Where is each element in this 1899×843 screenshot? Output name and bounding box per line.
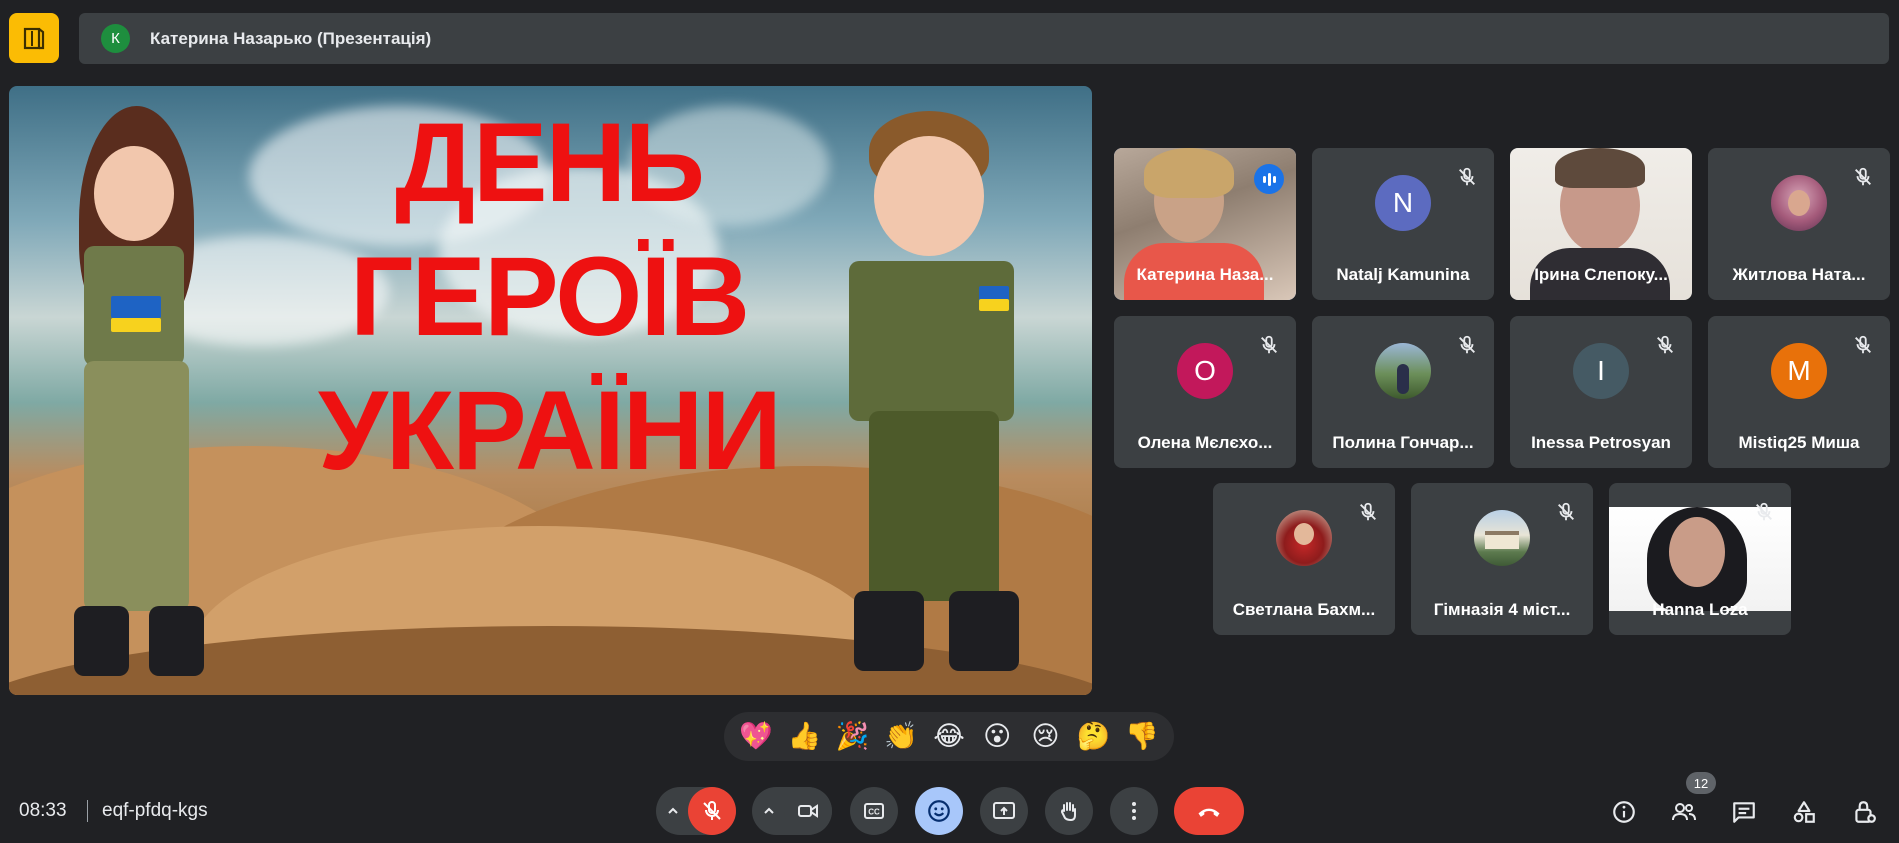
raise-hand-button[interactable]: [1045, 787, 1093, 835]
boy-soldier-illustration: [829, 111, 1049, 681]
meeting-code: eqf-pfdq-kgs: [102, 800, 208, 821]
closed-captions-icon: CC: [864, 803, 884, 819]
video-options-button[interactable]: [753, 787, 785, 835]
svg-text:CC: CC: [868, 808, 880, 817]
presenter-bar: К Катерина Назарько (Презентація): [79, 13, 1889, 64]
participants-count-badge: 12: [1686, 772, 1716, 794]
participant-name: Mistiq25 Миша: [1738, 433, 1860, 452]
chevron-up-icon: [764, 807, 774, 814]
leave-call-button[interactable]: [1174, 787, 1244, 835]
microphone-toggle-button[interactable]: [688, 787, 736, 835]
mic-off-icon: [1855, 335, 1871, 354]
mic-off-icon: [703, 800, 721, 820]
participant-name: Гімназія 4 міст...: [1433, 600, 1571, 619]
reaction-clapping[interactable]: 👏: [881, 723, 921, 750]
meeting-home-button[interactable]: [9, 13, 59, 63]
present-icon: [993, 802, 1015, 819]
reactions-button[interactable]: [915, 787, 963, 835]
participant-tile[interactable]: Светлана Бахм...: [1213, 483, 1395, 635]
hand-icon: [1060, 802, 1076, 822]
presentation-view: ДЕНЬ ГЕРОЇВ УКРАЇНИ: [9, 86, 1092, 695]
reaction-thinking[interactable]: 🤔: [1074, 723, 1114, 750]
presenter-avatar: К: [101, 24, 130, 53]
participant-tile[interactable]: M Mistiq25 Миша: [1708, 316, 1890, 468]
slide-title-line: ГЕРОЇВ: [349, 234, 750, 359]
chevron-up-icon: [668, 807, 678, 814]
audio-options-button[interactable]: [657, 787, 689, 835]
emoji-icon: [928, 800, 950, 822]
girl-soldier-illustration: [39, 106, 239, 686]
reaction-surprised[interactable]: 😮: [977, 723, 1017, 750]
participant-tile[interactable]: I Inessa Petrosyan: [1510, 316, 1692, 468]
activities-button[interactable]: [1784, 792, 1824, 832]
reaction-thumbs-up[interactable]: 👍: [784, 723, 824, 750]
reaction-party-popper[interactable]: 🎉: [833, 723, 873, 750]
participant-photo-avatar: [1375, 343, 1431, 399]
mic-off-icon: [1360, 502, 1376, 521]
participant-name: Катерина Наза...: [1136, 265, 1274, 284]
videocam-icon: [798, 804, 818, 818]
mic-off-icon: [1756, 502, 1772, 521]
chat-button[interactable]: [1724, 792, 1764, 832]
participant-name: Олена Мєлєхо...: [1137, 433, 1273, 452]
camera-toggle-button[interactable]: [784, 787, 832, 835]
call-end-icon: [1198, 808, 1220, 817]
meeting-clock: 08:33: [19, 800, 67, 821]
reaction-laughing[interactable]: 😂: [929, 723, 969, 750]
divider: [87, 800, 88, 822]
participant-tile[interactable]: Гімназія 4 міст...: [1411, 483, 1593, 635]
reactions-bar: 💖 👍 🎉 👏 😂 😮 😢 🤔 👎: [724, 712, 1174, 761]
participant-photo-avatar: [1771, 175, 1827, 231]
mic-off-icon: [1459, 335, 1475, 354]
participant-tile[interactable]: Житлова Ната...: [1708, 148, 1890, 300]
participant-tile[interactable]: Ірина Слепоку...: [1510, 148, 1692, 300]
participant-tile[interactable]: Катерина Наза...: [1114, 148, 1296, 300]
participant-avatar: О: [1177, 343, 1233, 399]
people-button[interactable]: [1664, 792, 1704, 832]
mic-off-icon: [1261, 335, 1277, 354]
participant-name: Ірина Слепоку...: [1534, 265, 1668, 284]
participant-tile[interactable]: Hanna Loza: [1609, 483, 1791, 635]
present-screen-button[interactable]: [980, 787, 1028, 835]
mic-off-icon: [1558, 502, 1574, 521]
participant-name: Житлова Ната...: [1732, 265, 1866, 284]
reaction-crying[interactable]: 😢: [1025, 723, 1065, 750]
people-icon: [1672, 803, 1696, 821]
participant-name: Hanna Loza: [1652, 600, 1748, 619]
presenter-title: Катерина Назарько (Презентація): [150, 28, 432, 48]
mic-off-icon: [1855, 167, 1871, 186]
chat-icon: [1733, 802, 1755, 823]
slide-title-line: ДЕНЬ: [395, 100, 705, 225]
participant-name: Полина Гончар...: [1332, 433, 1474, 452]
participant-avatar: M: [1771, 343, 1827, 399]
participant-photo-avatar: [1474, 510, 1530, 566]
captions-button[interactable]: CC: [850, 787, 898, 835]
info-icon: [1613, 801, 1635, 823]
participant-tile[interactable]: Полина Гончар...: [1312, 316, 1494, 468]
participant-avatar: I: [1573, 343, 1629, 399]
meeting-details-button[interactable]: [1604, 792, 1644, 832]
participant-photo-avatar: [1276, 510, 1332, 566]
lock-person-icon: [1855, 801, 1876, 823]
participant-avatar: N: [1375, 175, 1431, 231]
reaction-sparkling-heart[interactable]: 💖: [736, 723, 776, 750]
activities-shapes-icon: [1793, 801, 1815, 823]
host-controls-button[interactable]: [1844, 792, 1884, 832]
slide-title: ДЕНЬ ГЕРОЇВ УКРАЇНИ: [219, 96, 879, 498]
participant-name: Inessa Petrosyan: [1531, 433, 1671, 452]
more-vert-icon: [1132, 802, 1136, 820]
participant-name: Natalj Kamunina: [1336, 265, 1470, 284]
participant-tile[interactable]: О Олена Мєлєхо...: [1114, 316, 1296, 468]
participant-name: Светлана Бахм...: [1232, 600, 1376, 619]
slide-title-line: УКРАЇНИ: [317, 368, 782, 493]
mic-off-icon: [1459, 167, 1475, 186]
more-options-button[interactable]: [1110, 787, 1158, 835]
door-icon: [23, 27, 45, 50]
speaking-indicator-icon: [1254, 164, 1284, 194]
reaction-thumbs-down[interactable]: 👎: [1122, 723, 1162, 750]
mic-off-icon: [1657, 335, 1673, 354]
participant-tile[interactable]: N Natalj Kamunina: [1312, 148, 1494, 300]
